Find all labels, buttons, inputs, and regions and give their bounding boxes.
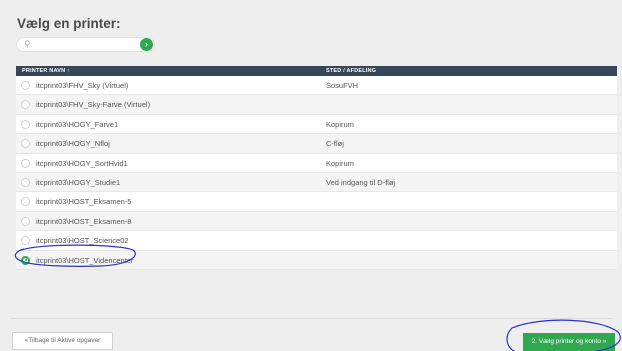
table-body: itcprint03\FHV_Sky (Virtuel) SosuFVH itcpr… (16, 76, 617, 270)
printer-name: itcprint03\HOGY_Nfloj (36, 139, 110, 149)
printer-name: itcprint03\FHV_Sky-Farve (Virtuel) (36, 100, 151, 110)
table-header: PRINTER NAVN ↑ STED / AFDELING (16, 66, 617, 76)
page-title: Vælg en printer: (17, 16, 121, 31)
printer-name: itcprint03\HOGY_Studie1 (36, 177, 121, 187)
table-row[interactable]: itcprint03\FHV_Sky (Virtuel) SosuFVH (16, 76, 617, 96)
search-submit-button[interactable]: › (140, 38, 153, 51)
radio-selected[interactable] (21, 255, 30, 265)
table-row[interactable]: itcprint03\FHV_Sky-Farve (Virtuel) (16, 95, 617, 115)
table-row[interactable]: itcprint03\HOST_Eksamen-5 (16, 192, 617, 212)
table-row[interactable]: itcprint03\HOST_Science02 (16, 231, 617, 251)
printer-table: PRINTER NAVN ↑ STED / AFDELING itcprint0… (16, 66, 617, 270)
search-icon: ⚲ (24, 39, 31, 49)
printer-name: itcprint03\HOST_Eksamen-5 (36, 197, 132, 207)
radio-button[interactable] (21, 81, 30, 90)
select-printer-and-account-button[interactable]: 2. Vælg printer og konto » (523, 333, 615, 351)
radio-button[interactable] (21, 158, 30, 168)
column-header-location[interactable]: STED / AFDELING (326, 68, 376, 74)
printer-name: itcprint03\HOGY_Farve1 (36, 119, 119, 129)
radio-button[interactable] (21, 216, 30, 226)
table-row[interactable]: itcprint03\HOGY_SortHvid1 Kopirum (16, 153, 617, 173)
printer-name: itcprint03\HOGY_SortHvid1 (36, 158, 128, 168)
printer-location: C-fløj (326, 139, 344, 149)
printer-name: itcprint03\HOST_Videncenter (36, 255, 134, 265)
table-row[interactable]: itcprint03\HOGY_Farve1 Kopirum (16, 114, 617, 135)
back-to-active-jobs-button[interactable]: «Tilbage til Aktive opgaver (12, 332, 113, 350)
printer-name: itcprint03\HOST_Eksamen-8 (36, 216, 132, 226)
table-row[interactable]: itcprint03\HOGY_Nfloj C-fløj (16, 134, 617, 154)
radio-button[interactable] (21, 177, 30, 187)
table-row[interactable]: itcprint03\HOST_Eksamen-8 (16, 211, 617, 232)
printer-location: Ved indgang til D-fløj (326, 177, 396, 187)
radio-button[interactable] (21, 100, 30, 110)
radio-button[interactable] (21, 139, 30, 149)
printer-location: SosuFVH (326, 81, 359, 90)
column-header-printer-name[interactable]: PRINTER NAVN ↑ (22, 68, 70, 74)
printer-location: Kopirum (326, 158, 354, 168)
printer-name: itcprint03\HOST_Science02 (36, 236, 129, 246)
search-input[interactable] (37, 39, 132, 50)
radio-button[interactable] (21, 236, 30, 246)
radio-button[interactable] (21, 197, 30, 207)
footer-divider (10, 318, 612, 319)
table-row[interactable]: itcprint03\HOGY_Studie1 Ved indgang til D… (16, 172, 617, 193)
radio-button[interactable] (21, 119, 30, 129)
printer-location: Kopirum (326, 119, 354, 129)
search-box[interactable]: ⚲ (16, 37, 155, 52)
printer-name: itcprint03\FHV_Sky (Virtuel) (36, 81, 129, 90)
table-row[interactable]: itcprint03\HOST_Videncenter (16, 250, 617, 270)
